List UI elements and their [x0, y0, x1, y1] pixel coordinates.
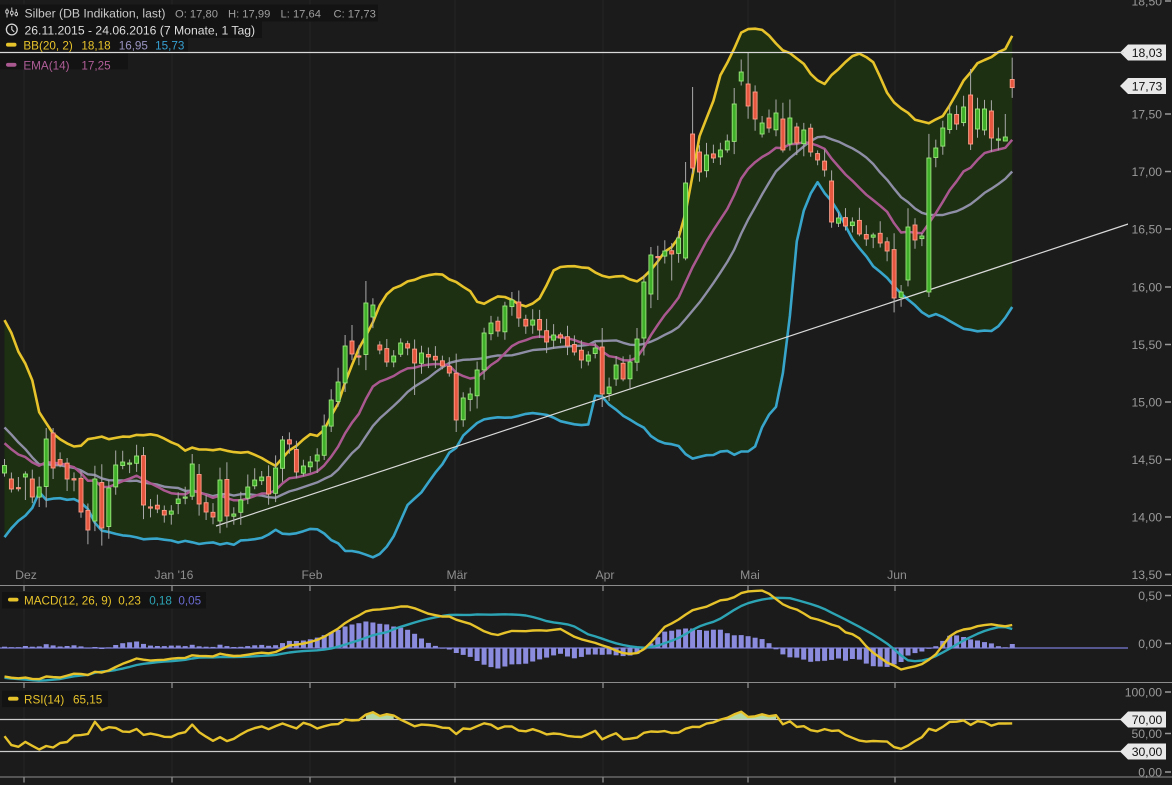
svg-text:16,50: 16,50 [1132, 223, 1163, 237]
svg-text:16,00: 16,00 [1132, 281, 1163, 295]
svg-text:18,50: 18,50 [1132, 0, 1163, 9]
svg-text:MACD(12, 26, 9): MACD(12, 26, 9) [24, 595, 112, 608]
svg-text:100,00: 100,00 [1125, 686, 1162, 700]
svg-text:13,50: 13,50 [1132, 568, 1163, 582]
svg-text:RSI(14): RSI(14) [24, 693, 64, 706]
svg-text:O: 17,80: O: 17,80 [175, 8, 218, 20]
svg-text:0,00: 0,00 [1138, 766, 1162, 780]
svg-text:15,00: 15,00 [1132, 396, 1163, 410]
svg-text:C: 17,73: C: 17,73 [334, 8, 376, 20]
svg-text:18,03: 18,03 [1132, 46, 1163, 60]
svg-text:Jun: Jun [887, 568, 907, 582]
svg-text:Dez: Dez [15, 568, 37, 582]
svg-text:16,95: 16,95 [119, 39, 149, 52]
svg-text:Feb: Feb [301, 568, 322, 582]
svg-text:30,00: 30,00 [1132, 745, 1163, 759]
svg-text:EMA(14): EMA(14) [23, 59, 69, 72]
svg-text:65,15: 65,15 [73, 693, 103, 706]
svg-text:0,05: 0,05 [178, 595, 201, 608]
svg-text:14,50: 14,50 [1132, 453, 1163, 467]
svg-text:BB(20, 2): BB(20, 2) [23, 39, 72, 52]
svg-text:Apr: Apr [596, 568, 615, 582]
svg-text:0,18: 0,18 [149, 595, 172, 608]
svg-text:Silber (DB Indikation, last): Silber (DB Indikation, last) [25, 7, 166, 21]
svg-text:0,00: 0,00 [1138, 637, 1162, 651]
svg-text:50,00: 50,00 [1132, 727, 1163, 741]
svg-text:0,23: 0,23 [118, 595, 141, 608]
svg-text:17,25: 17,25 [81, 59, 111, 72]
svg-text:17,73: 17,73 [1132, 79, 1163, 93]
svg-text:14,00: 14,00 [1132, 511, 1163, 525]
svg-text:L: 17,64: L: 17,64 [281, 8, 321, 20]
svg-text:0,50: 0,50 [1138, 589, 1162, 603]
svg-text:15,50: 15,50 [1132, 338, 1163, 352]
svg-text:70,00: 70,00 [1132, 713, 1163, 727]
svg-text:H: 17,99: H: 17,99 [228, 8, 270, 20]
svg-text:Mai: Mai [740, 568, 760, 582]
svg-text:26.11.2015 - 24.06.2016 (7 Mon: 26.11.2015 - 24.06.2016 (7 Monate, 1 Tag… [25, 23, 256, 37]
svg-text:Jan '16: Jan '16 [155, 568, 194, 582]
svg-text:17,50: 17,50 [1132, 108, 1163, 122]
svg-text:17,00: 17,00 [1132, 165, 1163, 179]
svg-text:Mär: Mär [447, 568, 468, 582]
svg-text:18,18: 18,18 [81, 39, 110, 52]
svg-text:15,73: 15,73 [155, 39, 184, 52]
